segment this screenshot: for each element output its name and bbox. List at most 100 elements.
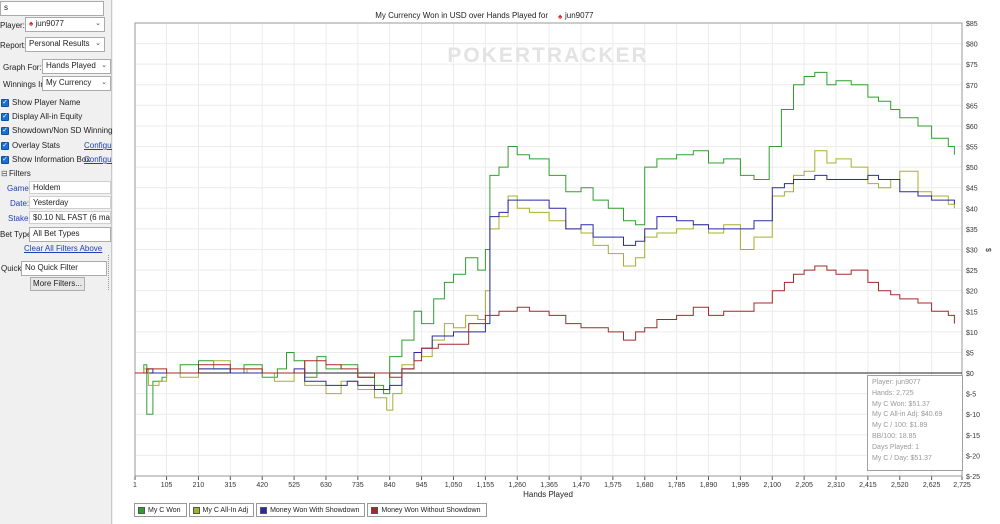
splitter-handle[interactable]: [108, 255, 111, 290]
x-tick-label: 2,415: [859, 482, 877, 489]
chart-axes: [134, 22, 963, 480]
x-tick-label: 630: [320, 482, 332, 489]
y-tick-label: $-5: [966, 392, 976, 399]
winnings-select[interactable]: My Currency ⌄: [42, 76, 111, 91]
date-filter-value: Yesterday: [29, 196, 111, 209]
y-tick-label: $65: [966, 103, 978, 110]
y-tick-label: $-20: [966, 453, 980, 460]
winnings-label: Winnings In:: [3, 80, 48, 89]
legend-label: My C All-In Adj: [202, 506, 249, 514]
legend-label: Money Won Without Showdown: [381, 506, 481, 514]
collapse-icon: ⊟: [1, 168, 8, 178]
x-tick-label: 210: [193, 482, 205, 489]
x-tick-label: 1,155: [477, 482, 495, 489]
y-tick-label: $0: [966, 371, 974, 378]
y-tick-label: $75: [966, 62, 978, 69]
series-line-0: [135, 71, 955, 415]
legend-item-showdown[interactable]: Money Won With Showdown: [256, 503, 366, 517]
chart-title: My Currency Won in USD over Hands Played…: [375, 11, 548, 20]
quick-filter-value: No Quick Filter: [25, 263, 78, 272]
x-tick-label: 1,050: [445, 482, 463, 489]
chart-title-player: jun9077: [564, 11, 594, 20]
game-filter-value: Holdem: [29, 181, 111, 194]
show-player-name-checkbox[interactable]: ✓ Show Player Name: [1, 98, 80, 107]
legend-label: My C Won: [148, 506, 181, 514]
legend-swatch: [138, 506, 145, 514]
x-tick-label: 840: [384, 482, 396, 489]
checkmark-icon: ✓: [1, 141, 9, 150]
chart-series: [135, 71, 955, 415]
y-tick-label: $-25: [966, 474, 980, 481]
player-site-icon: ♠: [29, 19, 34, 28]
filters-section-header[interactable]: ⊟ Filters: [0, 167, 111, 179]
chevron-down-icon: ⌄: [95, 40, 101, 47]
graph-for-value: Hands Played: [46, 61, 96, 70]
x-tick-label: 1,890: [700, 482, 718, 489]
x-tick-label: 1,785: [668, 482, 686, 489]
x-tick-label: 2,520: [891, 482, 909, 489]
game-label[interactable]: Game:: [7, 184, 31, 193]
y-tick-label: $15: [966, 309, 978, 316]
bet-type-value: All Bet Types: [33, 229, 80, 238]
x-tick-labels: 1 105 210 315 420 525 630 735 840 945 1,050 1,155 1,…: [133, 482, 971, 489]
showdown-winnings-checkbox[interactable]: ✓ Showdown/Non SD Winnings: [1, 126, 117, 135]
stake-label[interactable]: Stake:: [8, 214, 31, 223]
x-tick-label: 1,680: [636, 482, 654, 489]
legend-label: Money Won With Showdown: [270, 506, 360, 514]
checkmark-icon: ✓: [1, 112, 9, 121]
date-label[interactable]: Date:: [10, 199, 29, 208]
quick-filter-select[interactable]: No Quick Filter: [21, 261, 107, 276]
overlay-stats-checkbox[interactable]: ✓ Overlay Stats: [1, 141, 60, 150]
show-information-box-checkbox[interactable]: ✓ Show Information Box: [1, 155, 90, 164]
y-tick-label: $-15: [966, 433, 980, 440]
graph-for-label: Graph For:: [3, 63, 42, 72]
filters-title: Filters: [9, 168, 31, 178]
title-site-icon: ♠: [558, 12, 563, 21]
display-all-in-equity-checkbox[interactable]: ✓ Display All-in Equity: [1, 112, 82, 121]
y-tick-label: $85: [966, 21, 978, 28]
top-input-value: s: [4, 3, 8, 12]
y-tick-labels: $85 $80 $75 $70 $65 $60 $55 $50 $45 $40 $35 $30 $25 $…: [966, 21, 980, 481]
y-tick-label: $-10: [966, 412, 980, 419]
legend-swatch: [192, 506, 200, 514]
x-tick-label: 2,100: [763, 482, 781, 489]
report-value: Personal Results: [29, 39, 90, 48]
x-tick-label: 2,310: [827, 482, 845, 489]
legend-item-all-in-adj[interactable]: My C All-In Adj: [188, 503, 255, 517]
legend-swatch: [371, 506, 379, 514]
winnings-value: My Currency: [46, 78, 92, 87]
pokertracker-watermark: POKERTRACKER: [447, 44, 648, 67]
x-tick-label: 315: [224, 482, 236, 489]
chevron-down-icon: ⌄: [101, 62, 107, 69]
top-input[interactable]: s: [0, 1, 104, 16]
x-tick-label: 1,575: [604, 482, 622, 489]
y-tick-label: $70: [966, 83, 978, 90]
info-box-configure-link[interactable]: Configure: [84, 155, 112, 164]
bet-type-select[interactable]: All Bet Types: [29, 227, 111, 242]
y-tick-label: $55: [966, 145, 978, 152]
report-select[interactable]: Personal Results ⌄: [25, 37, 105, 52]
series-line-2: [135, 174, 955, 390]
y-tick-label: $30: [966, 248, 978, 255]
y-axis-label: $: [984, 248, 991, 252]
chart-legend: My C Won My C All-In Adj Money Won With …: [134, 503, 489, 517]
player-select[interactable]: ♠ jun9077 ⌄: [25, 17, 105, 32]
more-filters-button[interactable]: More Filters...: [30, 277, 85, 291]
x-tick-label: 1,470: [572, 482, 590, 489]
info-bb-100: BB/100: 18.85: [872, 432, 917, 440]
graph-for-select[interactable]: Hands Played ⌄: [42, 59, 111, 74]
info-won: My C Won: $51.37: [872, 400, 930, 408]
legend-item-non-showdown[interactable]: Money Won Without Showdown: [367, 503, 487, 517]
overlay-stats-configure-link[interactable]: Configure: [84, 141, 112, 150]
x-tick-label: 1,995: [732, 482, 750, 489]
y-tick-label: $40: [966, 206, 978, 213]
legend-item-my-c-won[interactable]: My C Won: [134, 503, 187, 517]
checkbox-label: Overlay Stats: [12, 141, 61, 150]
legend-swatch: [260, 506, 268, 514]
clear-filters-link[interactable]: Clear All Filters Above: [24, 244, 102, 253]
x-tick-label: 525: [288, 482, 300, 489]
x-tick-label: 1: [133, 482, 137, 489]
chart-grid: [134, 22, 963, 477]
y-tick-label: $35: [966, 227, 978, 234]
y-tick-label: $45: [966, 186, 978, 193]
